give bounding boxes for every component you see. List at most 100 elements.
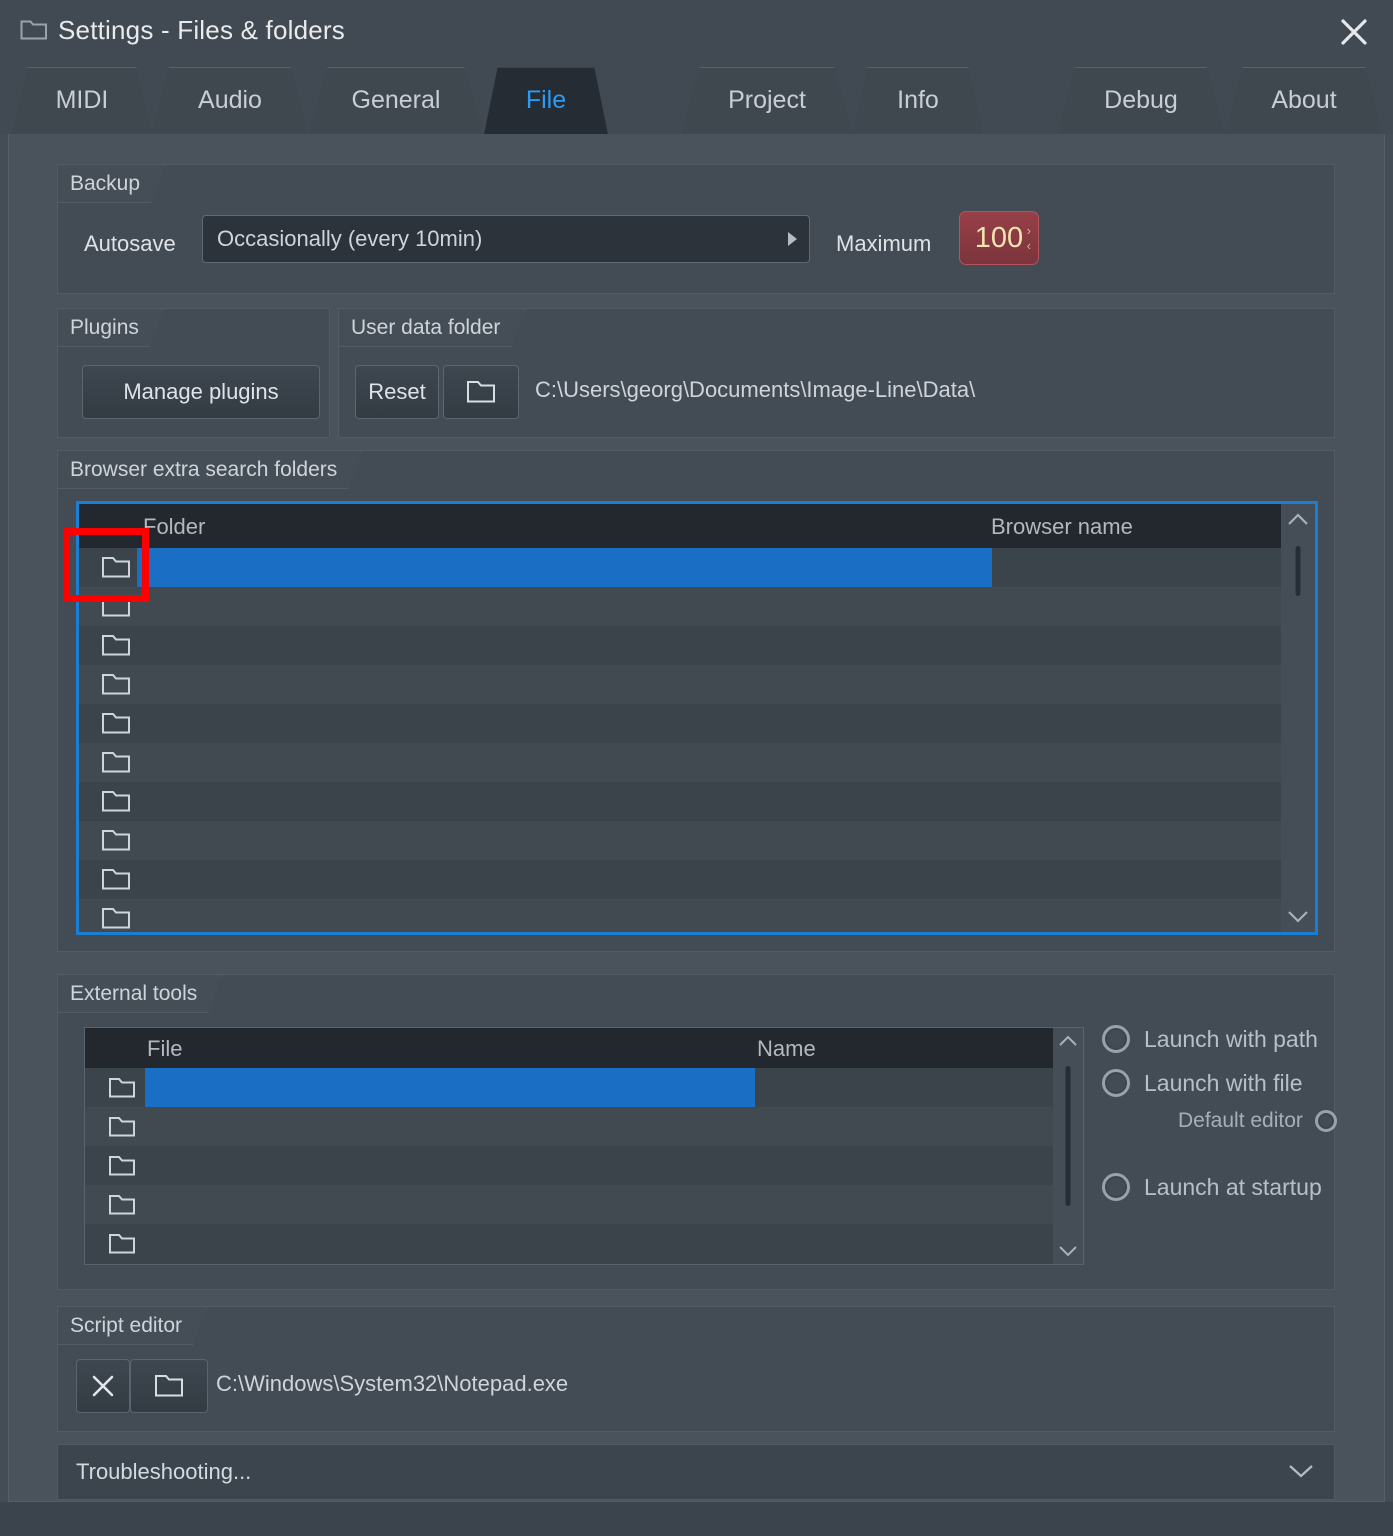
launch-with-path-option[interactable]: Launch with path <box>1102 1025 1318 1053</box>
manage-plugins-label: Manage plugins <box>123 379 278 405</box>
browser-extra-search-folders-panel: Browser extra search folders Folder Brow… <box>57 450 1335 952</box>
radio-icon[interactable] <box>1102 1025 1130 1053</box>
tab-info[interactable]: Info <box>853 67 983 134</box>
launch-with-file-option[interactable]: Launch with file <box>1102 1069 1303 1097</box>
script-editor-path: C:\Windows\System32\Notepad.exe <box>216 1371 568 1397</box>
external-tools-list-header: File Name <box>85 1028 1083 1068</box>
autosave-select[interactable]: Occasionally (every 10min) <box>202 215 810 263</box>
browser-folders-rows <box>79 548 1315 935</box>
stepper-down-icon[interactable]: ‹ <box>1027 239 1031 252</box>
tab-debug[interactable]: Debug <box>1057 67 1225 134</box>
troubleshooting-expander[interactable]: Troubleshooting... <box>57 1444 1335 1500</box>
tab-project[interactable]: Project <box>681 67 853 134</box>
table-row[interactable] <box>79 821 1315 860</box>
settings-window: Settings - Files & folders MIDI Audio Ge… <box>0 0 1393 1536</box>
chevron-up-icon[interactable] <box>1053 1034 1083 1047</box>
close-icon[interactable] <box>1337 15 1371 49</box>
tab-label: Project <box>728 86 806 115</box>
table-row[interactable] <box>85 1146 1083 1185</box>
chevron-down-icon[interactable] <box>1053 1245 1083 1258</box>
tab-about[interactable]: About <box>1225 67 1383 134</box>
default-editor-label: Default editor <box>1178 1109 1303 1133</box>
table-row[interactable] <box>79 704 1315 743</box>
table-row[interactable] <box>85 1224 1083 1263</box>
autosave-value: Occasionally (every 10min) <box>217 226 482 252</box>
browser-folders-list[interactable]: Folder Browser name <box>76 501 1318 935</box>
backup-panel-title: Backup <box>58 165 165 203</box>
plugins-panel-title: Plugins <box>58 309 164 347</box>
folder-icon[interactable] <box>99 743 133 782</box>
folder-icon[interactable] <box>105 1146 139 1185</box>
page-title: Settings - Files & folders <box>58 15 345 46</box>
default-editor-option[interactable]: Default editor <box>1178 1109 1337 1133</box>
folder-icon[interactable] <box>99 782 133 821</box>
tab-label: About <box>1271 86 1336 115</box>
tab-audio[interactable]: Audio <box>152 67 308 134</box>
radio-icon[interactable] <box>1315 1110 1337 1132</box>
chevron-up-icon[interactable] <box>1281 512 1315 526</box>
browser-folders-scrollbar[interactable] <box>1281 504 1315 932</box>
folder-icon[interactable] <box>105 1107 139 1146</box>
table-row[interactable] <box>79 782 1315 821</box>
external-tools-panel-title: External tools <box>58 975 222 1013</box>
folder-icon[interactable] <box>105 1224 139 1263</box>
chevron-down-icon[interactable] <box>1288 1458 1314 1486</box>
backup-panel: Backup Autosave Occasionally (every 10mi… <box>57 164 1335 294</box>
table-row[interactable] <box>79 587 1315 626</box>
table-row[interactable] <box>85 1068 1083 1107</box>
radio-icon[interactable] <box>1102 1173 1130 1201</box>
folder-icon[interactable] <box>99 860 133 899</box>
table-row[interactable] <box>85 1185 1083 1224</box>
external-tools-scrollbar[interactable] <box>1053 1028 1083 1264</box>
title-bar: Settings - Files & folders <box>0 0 1393 62</box>
plugins-panel: Plugins Manage plugins <box>57 308 330 438</box>
scrollbar-thumb[interactable] <box>1296 546 1301 596</box>
browse-user-data-button[interactable] <box>443 365 519 419</box>
external-tools-list[interactable]: File Name <box>84 1027 1084 1265</box>
scrollbar-thumb[interactable] <box>1066 1066 1071 1206</box>
clear-script-editor-button[interactable] <box>76 1359 130 1413</box>
table-row[interactable] <box>79 899 1315 935</box>
manage-plugins-button[interactable]: Manage plugins <box>82 365 320 419</box>
folder-icon[interactable] <box>99 899 133 935</box>
tab-midi[interactable]: MIDI <box>12 67 152 134</box>
tab-bar: MIDI Audio General File Project Info Deb… <box>0 62 1393 134</box>
table-row[interactable] <box>79 743 1315 782</box>
user-data-folder-panel: User data folder Reset C:\Users\georg\Do… <box>338 308 1335 438</box>
folder-icon <box>466 379 496 405</box>
table-row[interactable] <box>79 626 1315 665</box>
chevron-right-icon <box>788 232 797 246</box>
folder-icon[interactable] <box>99 587 133 626</box>
folder-icon[interactable] <box>99 821 133 860</box>
external-tools-rows <box>85 1068 1083 1263</box>
folder-icon[interactable] <box>99 548 133 587</box>
tab-file[interactable]: File <box>484 67 608 134</box>
table-row[interactable] <box>85 1107 1083 1146</box>
folder-icon[interactable] <box>99 704 133 743</box>
folder-icon[interactable] <box>105 1185 139 1224</box>
column-header-file: File <box>147 1036 182 1062</box>
tab-label: Debug <box>1104 86 1178 115</box>
maximum-stepper[interactable]: 100 › ‹ <box>959 211 1039 265</box>
browser-folders-list-header: Folder Browser name <box>79 504 1315 548</box>
tab-label: File <box>526 86 566 115</box>
row-selection-highlight <box>145 1068 755 1107</box>
folder-icon <box>20 18 48 42</box>
tab-general[interactable]: General <box>308 67 484 134</box>
launch-with-file-label: Launch with file <box>1144 1070 1303 1097</box>
folder-icon[interactable] <box>105 1068 139 1107</box>
folder-icon[interactable] <box>99 626 133 665</box>
table-row[interactable] <box>79 665 1315 704</box>
chevron-down-icon[interactable] <box>1281 910 1315 924</box>
browser-folders-panel-title: Browser extra search folders <box>58 451 362 489</box>
column-header-name: Name <box>757 1036 816 1062</box>
launch-at-startup-option[interactable]: Launch at startup <box>1102 1173 1322 1201</box>
radio-icon[interactable] <box>1102 1069 1130 1097</box>
stepper-up-icon[interactable]: › <box>1027 224 1031 237</box>
table-row[interactable] <box>79 548 1315 587</box>
close-icon <box>90 1373 116 1399</box>
folder-icon[interactable] <box>99 665 133 704</box>
reset-user-data-button[interactable]: Reset <box>355 365 439 419</box>
browse-script-editor-button[interactable] <box>130 1359 208 1413</box>
table-row[interactable] <box>79 860 1315 899</box>
